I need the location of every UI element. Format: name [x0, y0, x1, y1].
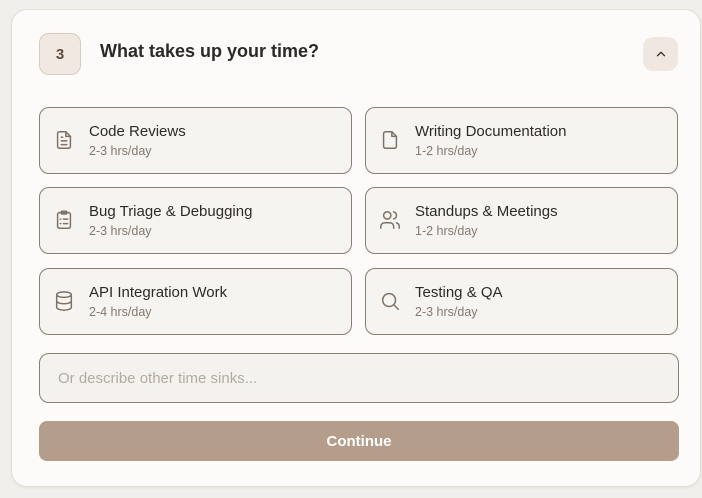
question-title: What takes up your time? [100, 41, 320, 61]
continue-button[interactable]: Continue [39, 421, 679, 461]
option-testing-qa[interactable]: Testing & QA 2-3 hrs/day [365, 268, 678, 335]
option-label: Writing Documentation [415, 123, 567, 140]
users-icon [380, 211, 400, 229]
database-icon [55, 291, 73, 311]
option-time: 2-3 hrs/day [415, 305, 478, 319]
option-code-reviews[interactable]: Code Reviews 2-3 hrs/day [39, 107, 352, 174]
file-icon [382, 131, 398, 149]
option-time: 2-3 hrs/day [89, 224, 152, 238]
option-writing-documentation[interactable]: Writing Documentation 1-2 hrs/day [365, 107, 678, 174]
chevron-up-icon [656, 51, 665, 57]
option-standups-meetings[interactable]: Standups & Meetings 1-2 hrs/day [365, 187, 678, 254]
option-time: 2-3 hrs/day [89, 144, 152, 158]
option-bug-triage[interactable]: Bug Triage & Debugging 2-3 hrs/day [39, 187, 352, 254]
option-label: API Integration Work [89, 284, 228, 301]
option-label: Bug Triage & Debugging [89, 203, 253, 220]
option-time: 1-2 hrs/day [415, 224, 478, 238]
option-label: Testing & QA [415, 284, 503, 301]
other-time-sinks-input[interactable] [39, 353, 679, 403]
collapse-button[interactable] [643, 37, 678, 71]
option-api-integration[interactable]: API Integration Work 2-4 hrs/day [39, 268, 352, 335]
time-sinks-card: 3 What takes up your time? Code Reviews … [11, 9, 701, 487]
search-icon [381, 292, 399, 310]
option-time: 2-4 hrs/day [89, 305, 152, 319]
option-label: Standups & Meetings [415, 203, 558, 220]
option-time: 1-2 hrs/day [415, 144, 478, 158]
step-number-badge: 3 [39, 33, 81, 75]
clipboard-list-icon [56, 210, 72, 229]
option-label: Code Reviews [89, 123, 186, 140]
file-text-icon [56, 131, 72, 149]
